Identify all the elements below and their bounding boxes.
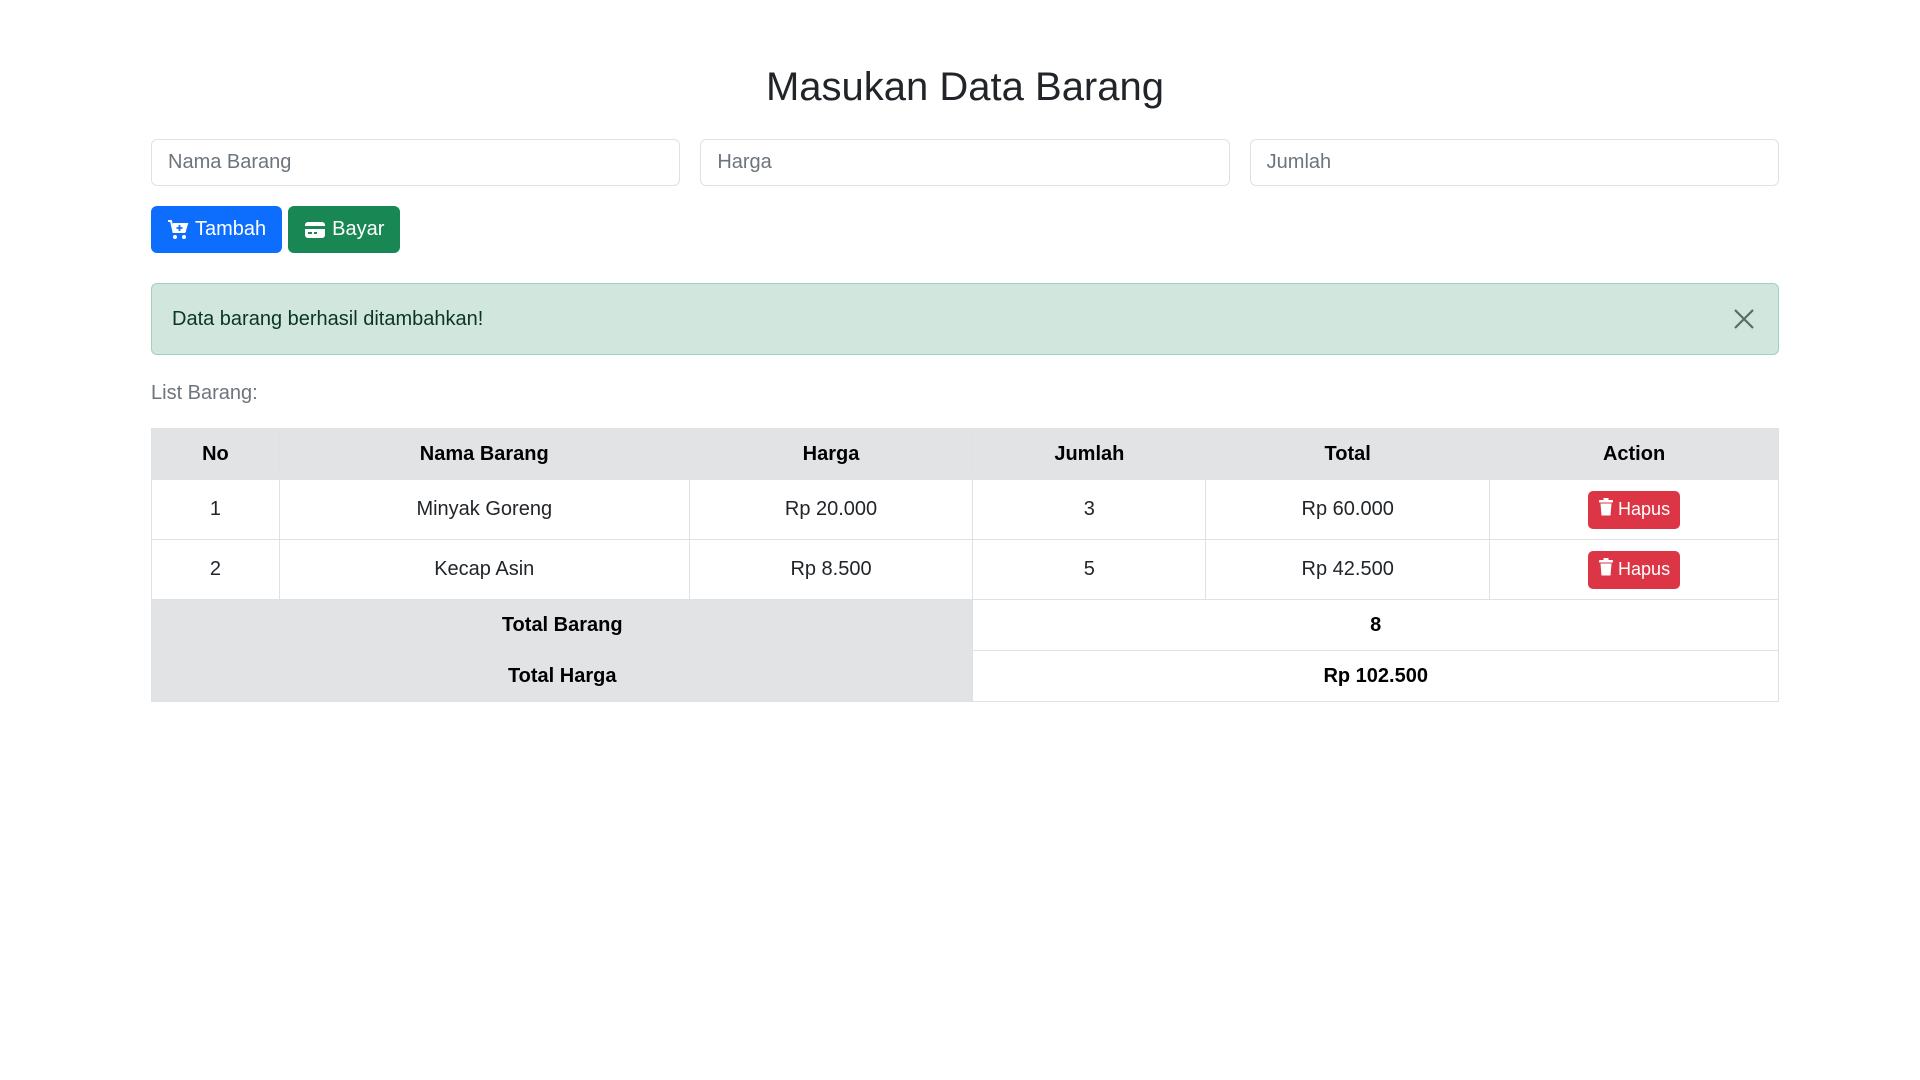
table-header-row: No Nama Barang Harga Jumlah Total Action [151, 428, 1779, 480]
total-barang-label: Total Barang [150, 599, 974, 651]
page-title: Masukan Data Barang [765, 65, 1164, 109]
cell-nama: Kecap Asin [278, 539, 690, 600]
harga-input[interactable] [700, 139, 1230, 186]
cell-nama: Minyak Goreng [278, 479, 690, 540]
hapus-button[interactable]: Hapus [1588, 490, 1681, 529]
items-table: No Nama Barang Harga Jumlah Total Action… [150, 428, 1779, 702]
table-row: 1 Minyak Goreng Rp 20.000 3 Rp 60.000 Ha… [151, 479, 1779, 540]
bayar-button[interactable]: Bayar [288, 206, 401, 253]
header-no: No [151, 428, 280, 480]
hapus-label: Hapus [1618, 559, 1671, 579]
success-alert: Data barang berhasil ditambahkan! [151, 283, 1779, 355]
trash-icon [1598, 498, 1614, 521]
total-harga-label: Total Harga [150, 650, 974, 702]
header-action: Action [1489, 428, 1779, 480]
header-nama-barang: Nama Barang [278, 428, 690, 480]
header-harga: Harga [688, 428, 974, 480]
cell-action: Hapus [1489, 539, 1779, 600]
cell-harga: Rp 8.500 [688, 539, 974, 600]
button-row: Tambah Bayar [151, 206, 1779, 253]
input-row [151, 139, 1779, 186]
cell-total: Rp 60.000 [1205, 479, 1491, 540]
summary-row-total-harga: Total Harga Rp 102.500 [150, 650, 1779, 702]
nama-barang-input[interactable] [151, 139, 681, 186]
hapus-button[interactable]: Hapus [1588, 550, 1681, 589]
trash-icon [1598, 558, 1614, 581]
cell-no: 2 [151, 539, 280, 600]
summary-row-total-barang: Total Barang 8 [150, 599, 1779, 651]
tambah-label: Tambah [195, 218, 267, 240]
jumlah-input[interactable] [1249, 139, 1779, 186]
list-label: List Barang: [151, 382, 258, 404]
cell-action: Hapus [1489, 479, 1779, 540]
cell-no: 1 [151, 479, 280, 540]
cart-plus-icon [167, 219, 189, 240]
main-container: Masukan Data Barang Tambah [150, 0, 1779, 702]
close-icon[interactable] [1730, 305, 1758, 333]
cell-harga: Rp 20.000 [688, 479, 974, 540]
alert-message: Data barang berhasil ditambahkan! [172, 307, 484, 330]
cell-jumlah: 3 [972, 479, 1207, 540]
credit-card-icon [304, 221, 326, 239]
total-barang-value: 8 [972, 599, 1779, 651]
total-harga-value: Rp 102.500 [972, 650, 1779, 702]
header-jumlah: Jumlah [972, 428, 1207, 480]
tambah-button[interactable]: Tambah [151, 206, 283, 253]
table-row: 2 Kecap Asin Rp 8.500 5 Rp 42.500 Hapus [151, 539, 1779, 600]
header-total: Total [1205, 428, 1491, 480]
cell-total: Rp 42.500 [1205, 539, 1491, 600]
cell-jumlah: 5 [972, 539, 1207, 600]
bayar-label: Bayar [332, 218, 385, 240]
hapus-label: Hapus [1618, 499, 1671, 519]
